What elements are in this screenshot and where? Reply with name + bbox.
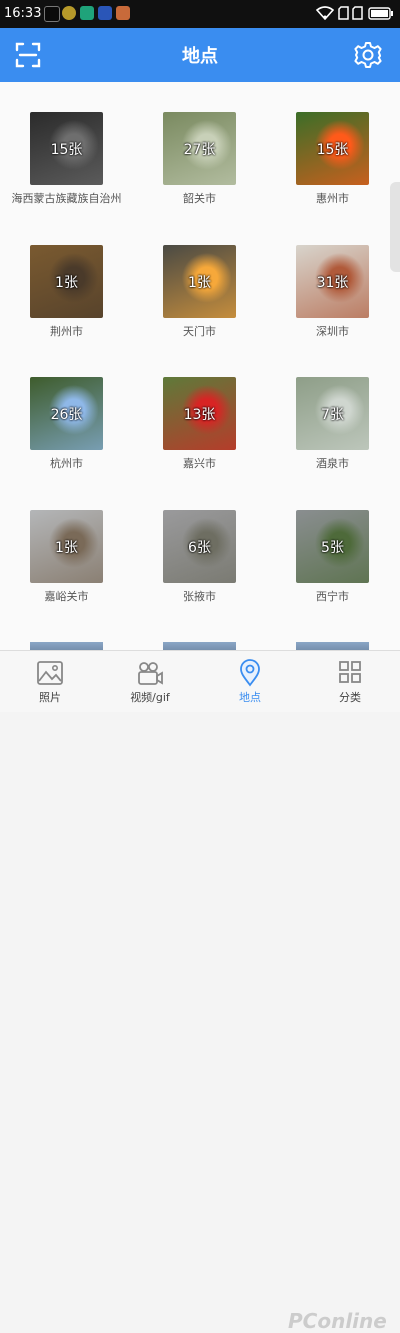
place-item[interactable]: 5张西宁市 xyxy=(266,510,399,630)
place-name: 嘉峪关市 xyxy=(44,590,89,603)
place-name: 深圳市 xyxy=(316,325,349,338)
place-thumbnail-partial[interactable] xyxy=(163,642,236,650)
place-name: 天门市 xyxy=(183,325,216,338)
photo-count: 1张 xyxy=(55,539,78,556)
status-bar: 16:33 xyxy=(0,0,400,28)
status-time: 16:33 xyxy=(4,6,42,21)
sim-card-2-icon xyxy=(352,6,363,20)
place-item[interactable]: 1张天门市 xyxy=(133,245,266,365)
place-thumbnail[interactable]: 26张 xyxy=(30,377,103,450)
place-item[interactable]: 27张韶关市 xyxy=(133,112,266,232)
sim-card-icon xyxy=(338,6,349,20)
place-item[interactable]: 31张深圳市 xyxy=(266,245,399,365)
place-name: 惠州市 xyxy=(316,192,349,205)
photo-icon xyxy=(37,661,63,685)
place-thumbnail[interactable]: 1张 xyxy=(30,245,103,318)
place-thumbnail[interactable]: 6张 xyxy=(163,510,236,583)
gear-icon[interactable] xyxy=(352,39,384,71)
notification-icon-1 xyxy=(44,6,60,22)
place-thumbnail[interactable]: 31张 xyxy=(296,245,369,318)
wifi-icon xyxy=(316,6,334,20)
place-name: 杭州市 xyxy=(50,457,83,470)
place-thumbnail[interactable]: 15张 xyxy=(296,112,369,185)
watermark-text: PConline xyxy=(288,1309,387,1333)
notification-icon-2 xyxy=(62,6,76,20)
place-thumbnail[interactable]: 1张 xyxy=(163,245,236,318)
photo-count: 13张 xyxy=(183,406,216,423)
place-item[interactable]: 6张张掖市 xyxy=(133,510,266,630)
place-name: 荆州市 xyxy=(50,325,83,338)
tab-photos[interactable]: 照片 xyxy=(0,651,100,712)
photo-count: 26张 xyxy=(50,406,83,423)
place-name: 韶关市 xyxy=(183,192,216,205)
upload-notification-icon xyxy=(98,6,112,20)
place-thumbnail[interactable]: 13张 xyxy=(163,377,236,450)
tab-places-label: 地点 xyxy=(239,691,261,704)
place-item[interactable]: 15张海西蒙古族藏族自治州 xyxy=(0,112,133,232)
photo-count: 5张 xyxy=(321,539,344,556)
place-thumbnail-partial[interactable] xyxy=(296,642,369,650)
place-thumbnail[interactable]: 15张 xyxy=(30,112,103,185)
photo-count: 15张 xyxy=(50,141,83,158)
bottom-tab-bar: 照片 视频/gif 地点 分类 PConline xyxy=(0,650,400,1333)
location-pin-icon xyxy=(240,659,260,687)
category-icon xyxy=(339,661,361,683)
tab-category[interactable]: 分类 xyxy=(300,651,400,712)
photo-count: 6张 xyxy=(188,539,211,556)
places-grid: 15张 海西蒙古族藏族自治州 27张 韶关市 15张 惠州市 1张 荆州市 1张 天门市 31张 深圳… xyxy=(0,82,400,650)
tab-category-label: 分类 xyxy=(339,691,361,704)
notification-icon-3 xyxy=(80,6,94,20)
photo-count: 7张 xyxy=(321,406,344,423)
photo-count: 1张 xyxy=(188,274,211,291)
place-item[interactable]: 15张惠州市 xyxy=(266,112,399,232)
tab-places[interactable]: 地点 xyxy=(200,651,300,712)
place-name: 嘉兴市 xyxy=(183,457,216,470)
place-thumbnail-partial[interactable] xyxy=(30,642,103,650)
page-title: 地点 xyxy=(182,46,218,67)
battery-icon xyxy=(368,7,393,20)
place-name: 西宁市 xyxy=(316,590,349,603)
notification-icon-5 xyxy=(116,6,130,20)
place-item[interactable]: 1张荆州市 xyxy=(0,245,133,365)
place-item[interactable]: 1张嘉峪关市 xyxy=(0,510,133,630)
place-thumbnail[interactable]: 5张 xyxy=(296,510,369,583)
place-item[interactable]: 26张杭州市 xyxy=(0,377,133,497)
tab-video-label: 视频/gif xyxy=(130,691,170,704)
photo-count: 15张 xyxy=(316,141,349,158)
tab-photos-label: 照片 xyxy=(39,691,61,704)
app-bar: 地点 xyxy=(0,28,400,82)
photo-count: 1张 xyxy=(55,274,78,291)
tab-video-gif[interactable]: 视频/gif xyxy=(100,651,200,712)
place-thumbnail[interactable]: 7张 xyxy=(296,377,369,450)
place-name: 酒泉市 xyxy=(316,457,349,470)
place-name: 张掖市 xyxy=(183,590,216,603)
place-thumbnail[interactable]: 1张 xyxy=(30,510,103,583)
photo-count: 27张 xyxy=(183,141,216,158)
photo-count: 31张 xyxy=(316,274,349,291)
place-item[interactable]: 7张酒泉市 xyxy=(266,377,399,497)
video-camera-icon xyxy=(138,662,163,685)
place-name: 海西蒙古族藏族自治州 xyxy=(11,192,122,205)
place-thumbnail[interactable]: 27张 xyxy=(163,112,236,185)
place-item[interactable]: 13张嘉兴市 xyxy=(133,377,266,497)
